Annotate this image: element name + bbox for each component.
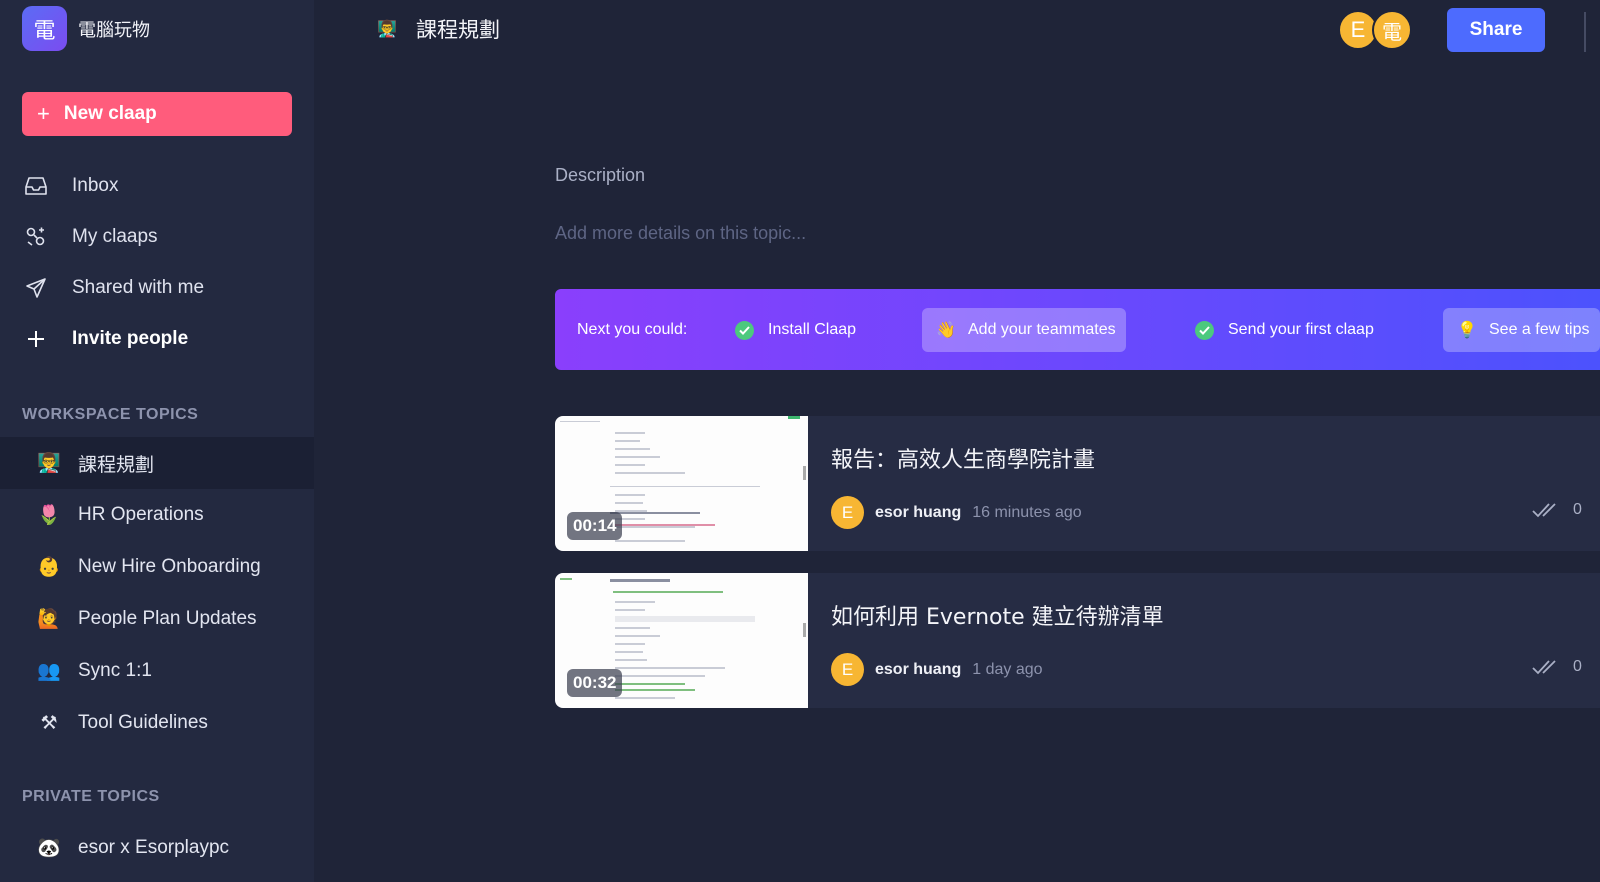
sidebar-topic-course-planning[interactable]: 👨‍🏫 課程規劃 [0,437,314,489]
people-emoji-icon: 👥 [37,661,61,682]
sidebar-topic-new-hire-onboarding[interactable]: 👶 New Hire Onboarding [0,541,314,593]
video-thumbnail: 00:32 [555,573,808,708]
onboarding-lead: Next you could: [577,320,688,338]
check-icon [1195,320,1214,340]
video-duration: 00:14 [567,512,623,540]
topic-members[interactable]: E 電 [1338,10,1412,50]
sidebar-item-shared-with-me[interactable]: Shared with me [22,262,302,313]
workspace-logo: 電 [22,6,67,51]
hammer-pick-emoji-icon: ⚒ [40,712,58,734]
light-bulb-icon: 💡 [1457,322,1477,339]
claap-meta: E esor huang 1 day ago [831,653,1043,686]
plus-icon [22,327,50,351]
workspace-topics-list: 👨‍🏫 課程規劃 🌷 HR Operations 👶 New Hire Onbo… [0,437,314,749]
plus-icon: + [37,101,50,126]
description-input[interactable] [555,218,1255,248]
private-topics-list: 🐼 esor x Esorplaypc [0,822,314,874]
step-label: See a few tips [1489,321,1590,338]
step-label: Add your teammates [968,321,1116,338]
divider [1584,12,1586,52]
seen-count: 0 [1532,658,1582,676]
new-claap-button[interactable]: + New claap [22,92,292,136]
seen-count: 0 [1532,501,1582,519]
avatar: 電 [1372,10,1412,50]
sidebar-topic-esor-x-esorplaypc[interactable]: 🐼 esor x Esorplaypc [0,822,314,874]
panda-emoji-icon: 🐼 [37,838,61,859]
topic-label: Tool Guidelines [78,712,208,733]
onboarding-banner: Next you could: Install Claap 👋 Add your… [555,289,1600,370]
step-see-tips[interactable]: 💡 See a few tips [1443,308,1600,352]
workspace-topics-heading: WORKSPACE TOPICS [22,406,199,423]
step-install-claap[interactable]: Install Claap [735,308,856,352]
claap-title: 如何利用 Evernote 建立待辦清單 [831,605,1164,630]
inbox-icon [22,174,50,198]
sidebar-item-my-claaps[interactable]: My claaps [22,211,302,262]
workspace-name: 電腦玩物 [78,19,150,40]
claap-meta: E esor huang 16 minutes ago [831,496,1082,529]
page-title: 👨‍🏫 課程規劃 [372,14,500,44]
topic-label: 課程規劃 [78,454,155,476]
avatar: E [831,496,864,529]
sidebar-topic-people-plan-updates[interactable]: 🙋 People Plan Updates [0,593,314,645]
check-icon [735,320,754,340]
new-claap-label: New claap [63,103,157,124]
step-label: Install Claap [768,321,857,338]
topic-label: New Hire Onboarding [78,556,261,577]
sidebar-item-label: Invite people [72,327,189,349]
claaps-icon [22,225,50,249]
sidebar-topic-tool-guidelines[interactable]: ⚒ Tool Guidelines [0,697,314,749]
double-check-icon [1532,503,1556,518]
sidebar-item-label: Shared with me [72,276,205,298]
sidebar-item-label: My claaps [72,225,158,247]
seen-count-value: 0 [1573,658,1582,675]
workspace-switcher[interactable]: 電 電腦玩物 [22,6,150,51]
sidebar-topic-hr-operations[interactable]: 🌷 HR Operations [0,489,314,541]
topic-label: esor x Esorplaypc [78,837,230,858]
timestamp: 16 minutes ago [972,503,1082,521]
author-name: esor huang [875,503,962,521]
video-duration: 00:32 [567,669,623,697]
topic-label: Sync 1:1 [78,660,152,681]
sidebar-item-inbox[interactable]: Inbox [22,160,302,211]
waving-hand-icon: 👋 [936,322,956,339]
step-label: Send your first claap [1228,321,1374,338]
sidebar: 電 電腦玩物 + New claap Inbox My claaps Share… [0,0,314,882]
step-send-first-claap[interactable]: Send your first claap [1195,308,1374,352]
step-add-teammates[interactable]: 👋 Add your teammates [922,308,1126,352]
topic-label: People Plan Updates [78,608,257,629]
share-button[interactable]: Share [1447,8,1545,52]
claap-title: 報告：高效人生商學院計畫 [831,448,1096,473]
double-check-icon [1532,660,1556,675]
topic-label: HR Operations [78,504,204,525]
seen-count-value: 0 [1573,501,1582,518]
teacher-emoji-icon: 👨‍🏫 [37,453,61,474]
private-topics-heading: PRIVATE TOPICS [22,788,160,805]
sidebar-item-invite-people[interactable]: Invite people [22,313,302,364]
sidebar-item-label: Inbox [72,174,119,196]
claap-card[interactable]: 00:32 如何利用 Evernote 建立待辦清單 E esor huang … [555,573,1600,708]
sidebar-nav: Inbox My claaps Shared with me Invite pe… [22,160,302,364]
timestamp: 1 day ago [972,660,1043,678]
raising-hand-emoji-icon: 🙋 [37,609,61,630]
baby-emoji-icon: 👶 [37,557,61,578]
topic-title: 課程規劃 [416,18,500,42]
description-label: Description [555,165,646,185]
paper-plane-icon [22,276,50,300]
avatar: E [831,653,864,686]
teacher-emoji-icon: 👨‍🏫 [377,21,397,38]
author-name: esor huang [875,660,962,678]
claap-card[interactable]: 00:14 報告：高效人生商學院計畫 E esor huang 16 minut… [555,416,1600,551]
tulip-emoji-icon: 🌷 [37,505,61,526]
sidebar-topic-sync-1-1[interactable]: 👥 Sync 1:1 [0,645,314,697]
video-thumbnail: 00:14 [555,416,808,551]
